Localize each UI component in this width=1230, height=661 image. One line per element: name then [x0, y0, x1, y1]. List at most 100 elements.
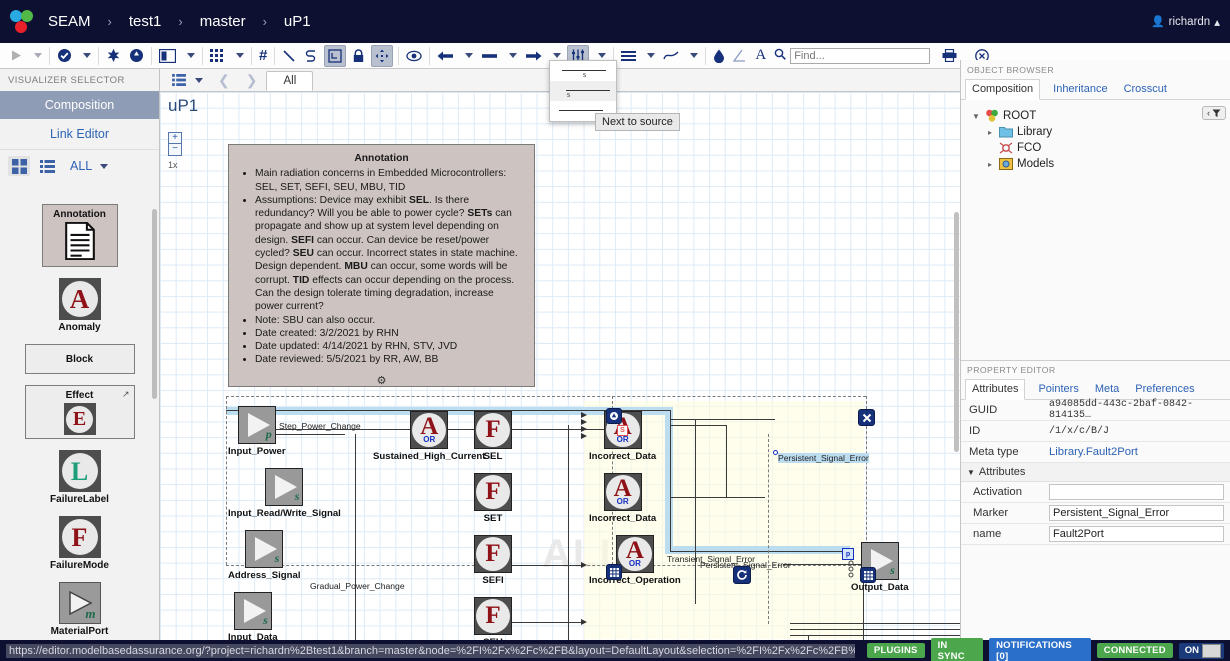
nav-forward-icon[interactable]: ❯ — [239, 72, 265, 89]
status-toggle[interactable]: ON — [1178, 642, 1224, 659]
tree-row-root[interactable]: ▼ ROOT — [967, 108, 1224, 124]
run-dropdown-icon[interactable] — [27, 45, 46, 67]
palette-item-failuremode[interactable]: F FailureMode — [0, 516, 159, 571]
node-set[interactable]: F SET — [474, 473, 512, 524]
node-incorrect-operation[interactable]: A OR Incorrect_Operation — [589, 535, 681, 586]
canvas-menu-icon[interactable] — [168, 69, 190, 91]
text-icon[interactable]: A — [751, 45, 770, 67]
arrow-left-icon[interactable] — [433, 45, 458, 67]
arrow-left-dropdown-icon[interactable] — [458, 45, 477, 67]
tab-crosscut[interactable]: Crosscut — [1121, 80, 1170, 99]
palette-item-materialport[interactable]: m MaterialPort — [0, 582, 159, 637]
lines-icon[interactable] — [617, 45, 640, 67]
curve-icon[interactable] — [659, 45, 683, 67]
grid-icon[interactable] — [206, 45, 229, 67]
run-icon[interactable] — [6, 45, 27, 67]
sidebar-tab-link-editor[interactable]: Link Editor — [0, 119, 159, 150]
palette-scrollbar[interactable] — [152, 209, 157, 399]
search-input[interactable] — [790, 47, 931, 64]
nav-back-icon[interactable]: ❮ — [211, 72, 237, 89]
node-input-power[interactable]: p Input_Power — [228, 406, 286, 457]
invalid-marker-badge[interactable]: S — [617, 425, 628, 436]
grid-view-icon[interactable] — [8, 156, 30, 176]
palette-item-effect[interactable]: Effect ↗ E — [0, 385, 159, 439]
table-view-badge-out[interactable] — [860, 567, 876, 583]
list-view-icon[interactable] — [36, 156, 58, 176]
droplet-icon[interactable] — [709, 45, 729, 67]
node-incorrect-data-1[interactable]: A OR Incorrect_Data — [589, 411, 656, 462]
dash-icon[interactable] — [477, 45, 502, 67]
status-pill-in-sync[interactable]: IN SYNC — [930, 637, 984, 661]
node-incorrect-data-2[interactable]: A OR Incorrect_Data — [589, 473, 656, 524]
edge-label-selected[interactable]: Persistent_Signal_Error — [778, 453, 869, 463]
zoom-out-button[interactable]: − — [168, 144, 182, 156]
check-circle-icon[interactable] — [53, 45, 76, 67]
tree-row-library[interactable]: ▸ Library — [967, 124, 1224, 140]
node-seu[interactable]: F SEU — [474, 597, 512, 640]
canvas-menu-caret-icon[interactable] — [195, 77, 203, 83]
object-tree[interactable]: ‹ ▼ ROOT ▸ Library FCO ▸ Models — [961, 100, 1230, 180]
print-icon[interactable] — [938, 45, 961, 67]
info-circle-icon[interactable] — [125, 45, 148, 67]
node-input-read-write-signal[interactable]: s Input_Read/Write_Signal — [228, 468, 341, 519]
check-dropdown-icon[interactable] — [76, 45, 95, 67]
eye-icon[interactable] — [402, 45, 426, 67]
refresh-badge[interactable] — [733, 566, 751, 584]
user-menu[interactable]: 👤 richardn ▴ — [1151, 15, 1220, 29]
canvas-vertical-scrollbar[interactable] — [954, 212, 959, 452]
expand-arrow-icon[interactable]: ▼ — [971, 112, 981, 121]
expand-arrow-icon[interactable]: ▸ — [985, 128, 995, 137]
marker-input[interactable] — [1049, 505, 1224, 521]
palette-item-anomaly[interactable]: A Anomaly — [0, 278, 159, 333]
breadcrumb-branch[interactable]: master — [196, 13, 250, 30]
canvas-tab-all[interactable]: All — [266, 70, 314, 91]
dash-dropdown-icon[interactable] — [502, 45, 521, 67]
edge-label[interactable]: Gradual_Power_Change — [310, 581, 405, 591]
delete-selection-badge[interactable] — [858, 409, 875, 426]
expand-arrow-icon[interactable]: ▸ — [985, 160, 995, 169]
label-at-source-option[interactable]: s — [550, 61, 616, 81]
node-address-signal[interactable]: s Address_Signal — [228, 530, 301, 581]
sidebar-tab-composition[interactable]: Composition — [0, 91, 159, 119]
node-sustained-high-current[interactable]: A OR Sustained_High_Current — [373, 411, 485, 462]
arrow-right-icon[interactable] — [521, 45, 546, 67]
curve-dropdown-icon[interactable] — [683, 45, 702, 67]
tab-attributes[interactable]: Attributes — [965, 379, 1026, 400]
auto-layout-icon[interactable] — [324, 44, 347, 67]
pan-icon[interactable] — [371, 44, 394, 67]
breadcrumb-node[interactable]: uP1 — [280, 13, 315, 30]
port-selected-badge[interactable]: p — [842, 548, 854, 560]
tree-filter-button[interactable]: ‹ — [1202, 106, 1226, 120]
lock-icon[interactable] — [348, 45, 369, 67]
breadcrumb-brand[interactable]: SEAM — [44, 13, 95, 30]
grid-dropdown-icon[interactable] — [229, 45, 248, 67]
move-node-icon[interactable] — [102, 45, 125, 67]
tab-pointers[interactable]: Pointers — [1035, 380, 1081, 399]
connection-handle-badge[interactable] — [606, 408, 622, 424]
activation-input[interactable] — [1049, 484, 1224, 500]
hash-icon[interactable]: # — [255, 45, 271, 67]
tree-row-models[interactable]: ▸ Models — [967, 156, 1224, 172]
split-dropdown-icon[interactable] — [180, 45, 199, 67]
edge-endpoint-handle[interactable] — [773, 450, 778, 455]
tree-row-fco[interactable]: FCO — [967, 140, 1224, 156]
annotation-settings-icon[interactable]: ⚙ — [239, 375, 524, 388]
routed-line-icon[interactable] — [300, 45, 322, 67]
tab-inheritance[interactable]: Inheritance — [1050, 80, 1110, 99]
annotation-box[interactable]: Annotation Main radiation concerns in Em… — [228, 144, 535, 387]
status-pill-connected[interactable]: CONNECTED — [1096, 643, 1173, 658]
find-box[interactable] — [774, 47, 931, 64]
status-pill-plugins[interactable]: PLUGINS — [866, 643, 925, 658]
node-sefi[interactable]: F SEFI — [474, 535, 512, 586]
diagonal-line-icon[interactable] — [278, 45, 300, 67]
node-input-data[interactable]: s Input_Data — [228, 592, 278, 640]
name-input[interactable] — [1049, 526, 1224, 542]
palette-list[interactable]: Annotation A Anomaly Block Effect ↗ E L … — [0, 202, 159, 640]
node-sel[interactable]: F SEL — [474, 411, 512, 462]
tab-composition[interactable]: Composition — [965, 79, 1041, 100]
tab-meta[interactable]: Meta — [1092, 380, 1122, 399]
attributes-section-header[interactable]: ▼ Attributes — [961, 463, 1230, 482]
tab-preferences[interactable]: Preferences — [1132, 380, 1197, 399]
label-at-center-option[interactable]: s — [550, 81, 616, 101]
palette-filter-all[interactable]: ALL — [70, 159, 109, 173]
